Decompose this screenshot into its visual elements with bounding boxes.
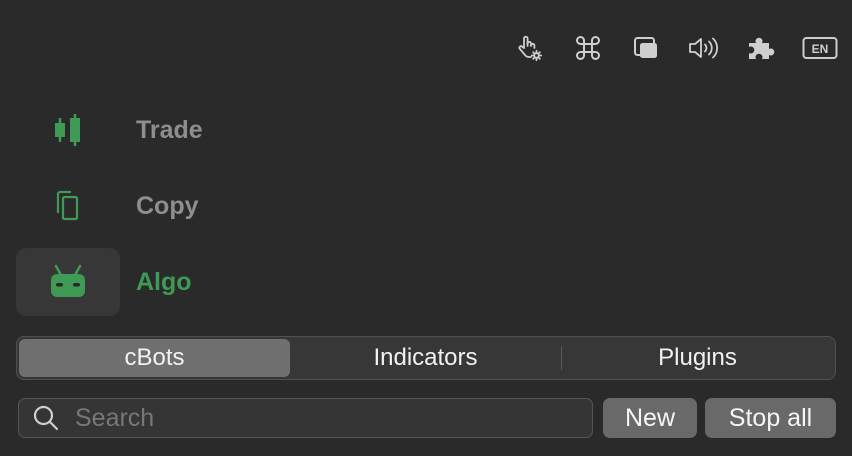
puzzle-icon[interactable] — [744, 30, 780, 66]
tab-cbots[interactable]: cBots — [19, 339, 290, 377]
windows-icon[interactable] — [628, 30, 664, 66]
language-label: EN — [812, 42, 829, 56]
algo-tabs: cBots Indicators Plugins — [16, 336, 836, 380]
sidebar-nav: Trade Copy Algo — [16, 96, 236, 324]
candlestick-icon — [55, 114, 80, 146]
search-input[interactable] — [73, 402, 557, 434]
nav-icon-wrap — [16, 172, 120, 240]
nav-label-algo: Algo — [136, 268, 192, 296]
touch-settings-icon[interactable] — [512, 30, 548, 66]
nav-label-copy: Copy — [136, 192, 199, 220]
tab-indicators[interactable]: Indicators — [290, 339, 561, 377]
stop-all-button[interactable]: Stop all — [705, 398, 836, 438]
nav-icon-wrap — [16, 248, 120, 316]
nav-icon-wrap — [16, 96, 120, 164]
nav-item-copy[interactable]: Copy — [16, 172, 236, 240]
search-icon — [31, 403, 61, 433]
tab-plugins[interactable]: Plugins — [562, 339, 833, 377]
copy-icon — [56, 190, 79, 221]
robot-icon — [51, 264, 85, 297]
nav-item-algo[interactable]: Algo — [16, 248, 236, 316]
volume-icon[interactable] — [686, 30, 722, 66]
nav-item-trade[interactable]: Trade — [16, 96, 236, 164]
new-button[interactable]: New — [603, 398, 697, 438]
language-icon[interactable]: EN — [802, 30, 838, 66]
top-toolbar: EN — [512, 30, 844, 66]
command-icon[interactable] — [570, 30, 606, 66]
nav-label-trade: Trade — [136, 116, 203, 144]
search-box — [18, 398, 593, 438]
